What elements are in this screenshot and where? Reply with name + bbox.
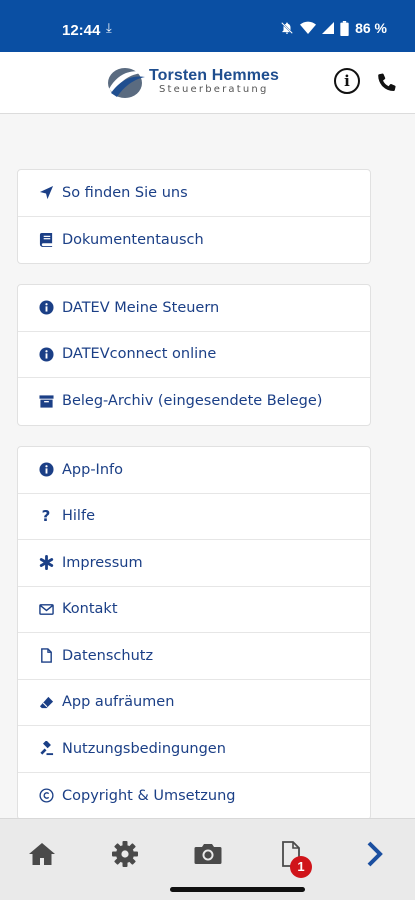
question-icon: ? <box>41 507 51 526</box>
menu-item-label: Impressum <box>62 554 143 571</box>
menu-item-label: DATEV Meine Steuern <box>62 299 220 316</box>
wifi-icon <box>300 21 317 34</box>
menu-item-datevconnect-online[interactable]: DATEVconnect online <box>18 332 370 378</box>
battery-icon <box>340 20 349 36</box>
menu-item-app-aufraeumen[interactable]: App aufräumen <box>18 680 370 726</box>
menu-item-hilfe[interactable]: ? Hilfe <box>18 494 370 540</box>
gesture-home-bar[interactable] <box>170 887 305 892</box>
menu-group-app: App-Info ? Hilfe Impressum Kontakt Daten… <box>17 446 371 818</box>
home-icon <box>29 843 55 865</box>
archive-icon <box>38 393 54 409</box>
logo-swoosh-icon <box>108 68 145 98</box>
menu-item-datev-meine-steuern[interactable]: DATEV Meine Steuern <box>18 285 370 332</box>
nav-settings-button[interactable] <box>108 837 142 871</box>
camera-icon <box>194 844 222 864</box>
bell-off-icon <box>281 22 293 34</box>
menu-item-label: Nutzungsbedingungen <box>62 740 226 757</box>
copyright-icon <box>38 788 54 804</box>
document-count-badge: 1 <box>290 856 312 878</box>
menu-item-dokumententausch[interactable]: Dokumententausch <box>18 217 370 264</box>
menu-item-copyright[interactable]: Copyright & Umsetzung <box>18 773 370 819</box>
phone-icon <box>378 73 396 92</box>
menu-item-beleg-archiv[interactable]: Beleg-Archiv (eingesendete Belege) <box>18 378 370 425</box>
gear-icon <box>112 841 138 867</box>
menu-item-label: Hilfe <box>62 508 95 525</box>
menu-item-nutzungsbedingungen[interactable]: Nutzungsbedingungen <box>18 726 370 773</box>
location-arrow-icon <box>38 185 54 201</box>
info-circle-icon <box>38 300 54 316</box>
menu-item-label: Datenschutz <box>62 647 154 664</box>
menu-item-datenschutz[interactable]: Datenschutz <box>18 633 370 680</box>
chevron-right-icon <box>367 841 383 867</box>
logo-subtitle: Steuerberatung <box>159 84 269 95</box>
company-logo: Torsten Hemmes Steuerberatung <box>105 65 285 101</box>
menu-group-location: So finden Sie uns Dokumententausch <box>17 169 371 264</box>
battery-level: 86 % <box>355 20 387 36</box>
menu-content[interactable]: So finden Sie uns Dokumententausch DATEV… <box>0 115 415 818</box>
status-bar: 12:44 ⤓ 86 % <box>0 0 415 52</box>
signal-icon <box>322 22 335 34</box>
envelope-icon <box>38 601 54 617</box>
menu-item-label: So finden Sie uns <box>62 184 188 201</box>
nav-home-button[interactable] <box>25 837 59 871</box>
menu-item-label: Beleg-Archiv (eingesendete Belege) <box>62 393 323 410</box>
menu-item-app-info[interactable]: App-Info <box>18 447 370 494</box>
nav-camera-button[interactable] <box>191 837 225 871</box>
status-icons: 86 % <box>280 20 387 36</box>
file-icon <box>38 648 54 664</box>
status-time: 12:44 <box>62 22 101 39</box>
download-icon: ⤓ <box>106 21 112 36</box>
info-icon: i <box>344 72 350 90</box>
menu-item-kontakt[interactable]: Kontakt <box>18 587 370 633</box>
menu-item-label: App aufräumen <box>62 694 175 711</box>
menu-item-label: DATEVconnect online <box>62 346 217 363</box>
menu-group-datev: DATEV Meine Steuern DATEVconnect online … <box>17 284 371 426</box>
asterisk-icon <box>38 555 54 571</box>
menu-item-impressum[interactable]: Impressum <box>18 540 370 587</box>
info-circle-icon <box>38 346 54 362</box>
menu-item-label: Copyright & Umsetzung <box>62 787 236 804</box>
eraser-icon <box>38 694 54 710</box>
menu-item-label: App-Info <box>62 461 124 478</box>
phone-button[interactable] <box>375 70 399 94</box>
menu-item-so-finden-sie-uns[interactable]: So finden Sie uns <box>18 170 370 217</box>
book-icon <box>38 232 54 248</box>
menu-item-label: Dokumententausch <box>62 231 204 248</box>
info-circle-icon <box>38 462 54 478</box>
nav-next-button[interactable] <box>357 837 391 871</box>
gavel-icon <box>38 741 54 757</box>
menu-item-label: Kontakt <box>62 601 118 618</box>
info-button[interactable]: i <box>334 68 360 94</box>
logo-name: Torsten Hemmes <box>149 67 280 84</box>
